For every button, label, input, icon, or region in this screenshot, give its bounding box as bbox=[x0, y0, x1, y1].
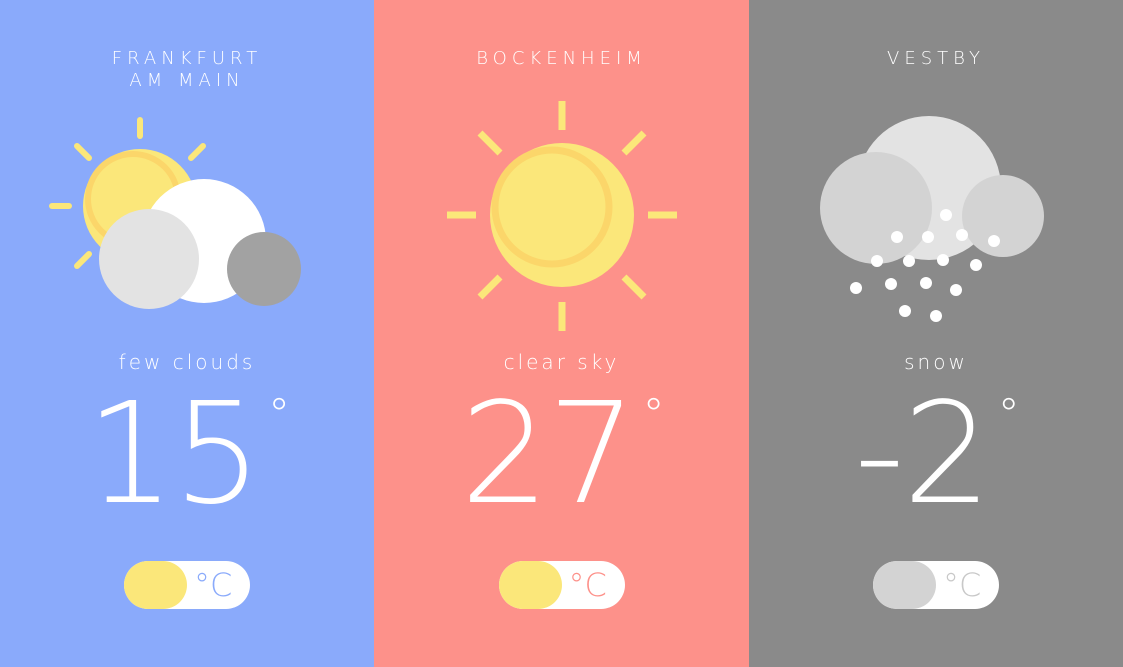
temperature-value: 15 bbox=[85, 373, 262, 536]
toggle-knob[interactable] bbox=[498, 561, 562, 609]
weather-icon-container bbox=[374, 96, 749, 336]
unit-toggle[interactable]: °C bbox=[124, 561, 250, 609]
weather-card-vestby: VESTBY snow -2 ° °C bbox=[749, 0, 1123, 667]
weather-card-bockenheim: BOCKENHEIM clear sky 27 ° °C bbox=[374, 0, 749, 667]
weather-icon-container bbox=[749, 96, 1123, 336]
sun-icon bbox=[446, 101, 677, 331]
unit-label: °C bbox=[194, 566, 233, 604]
city-name: FRANKFURT AM MAIN bbox=[0, 48, 374, 92]
weather-description: snow bbox=[904, 350, 968, 374]
temperature-display: 15 ° bbox=[0, 385, 374, 525]
unit-label: °C bbox=[568, 566, 607, 604]
weather-card-frankfurt: FRANKFURT AM MAIN few clouds 15 ° °C bbox=[0, 0, 374, 667]
snow-cloud-icon bbox=[820, 116, 1044, 322]
weather-description: few clouds bbox=[118, 350, 256, 374]
degree-symbol: ° bbox=[642, 389, 665, 440]
weather-icon-container bbox=[0, 96, 374, 336]
unit-label: °C bbox=[943, 566, 982, 604]
city-name-line1: BOCKENHEIM bbox=[476, 48, 647, 69]
city-name-line2: AM MAIN bbox=[129, 70, 245, 91]
degree-symbol: ° bbox=[997, 389, 1020, 440]
temperature-value: -2 bbox=[854, 373, 992, 536]
degree-symbol: ° bbox=[268, 389, 290, 440]
city-name: VESTBY bbox=[749, 48, 1123, 70]
few-clouds-icon bbox=[49, 117, 301, 309]
toggle-knob[interactable] bbox=[124, 561, 187, 609]
temperature-display: 27 ° bbox=[374, 385, 749, 525]
toggle-knob[interactable] bbox=[873, 561, 936, 609]
weather-app: FRANKFURT AM MAIN few clouds 15 ° °C BOC… bbox=[0, 0, 1123, 667]
temperature-value: 27 bbox=[460, 373, 636, 536]
weather-description: clear sky bbox=[503, 350, 620, 374]
unit-toggle[interactable]: °C bbox=[498, 561, 625, 609]
temperature-display: -2 ° bbox=[749, 385, 1123, 525]
unit-toggle[interactable]: °C bbox=[873, 561, 999, 609]
city-name-line1: VESTBY bbox=[887, 48, 985, 69]
city-name-line1: FRANKFURT bbox=[111, 48, 263, 69]
city-name: BOCKENHEIM bbox=[374, 48, 749, 70]
